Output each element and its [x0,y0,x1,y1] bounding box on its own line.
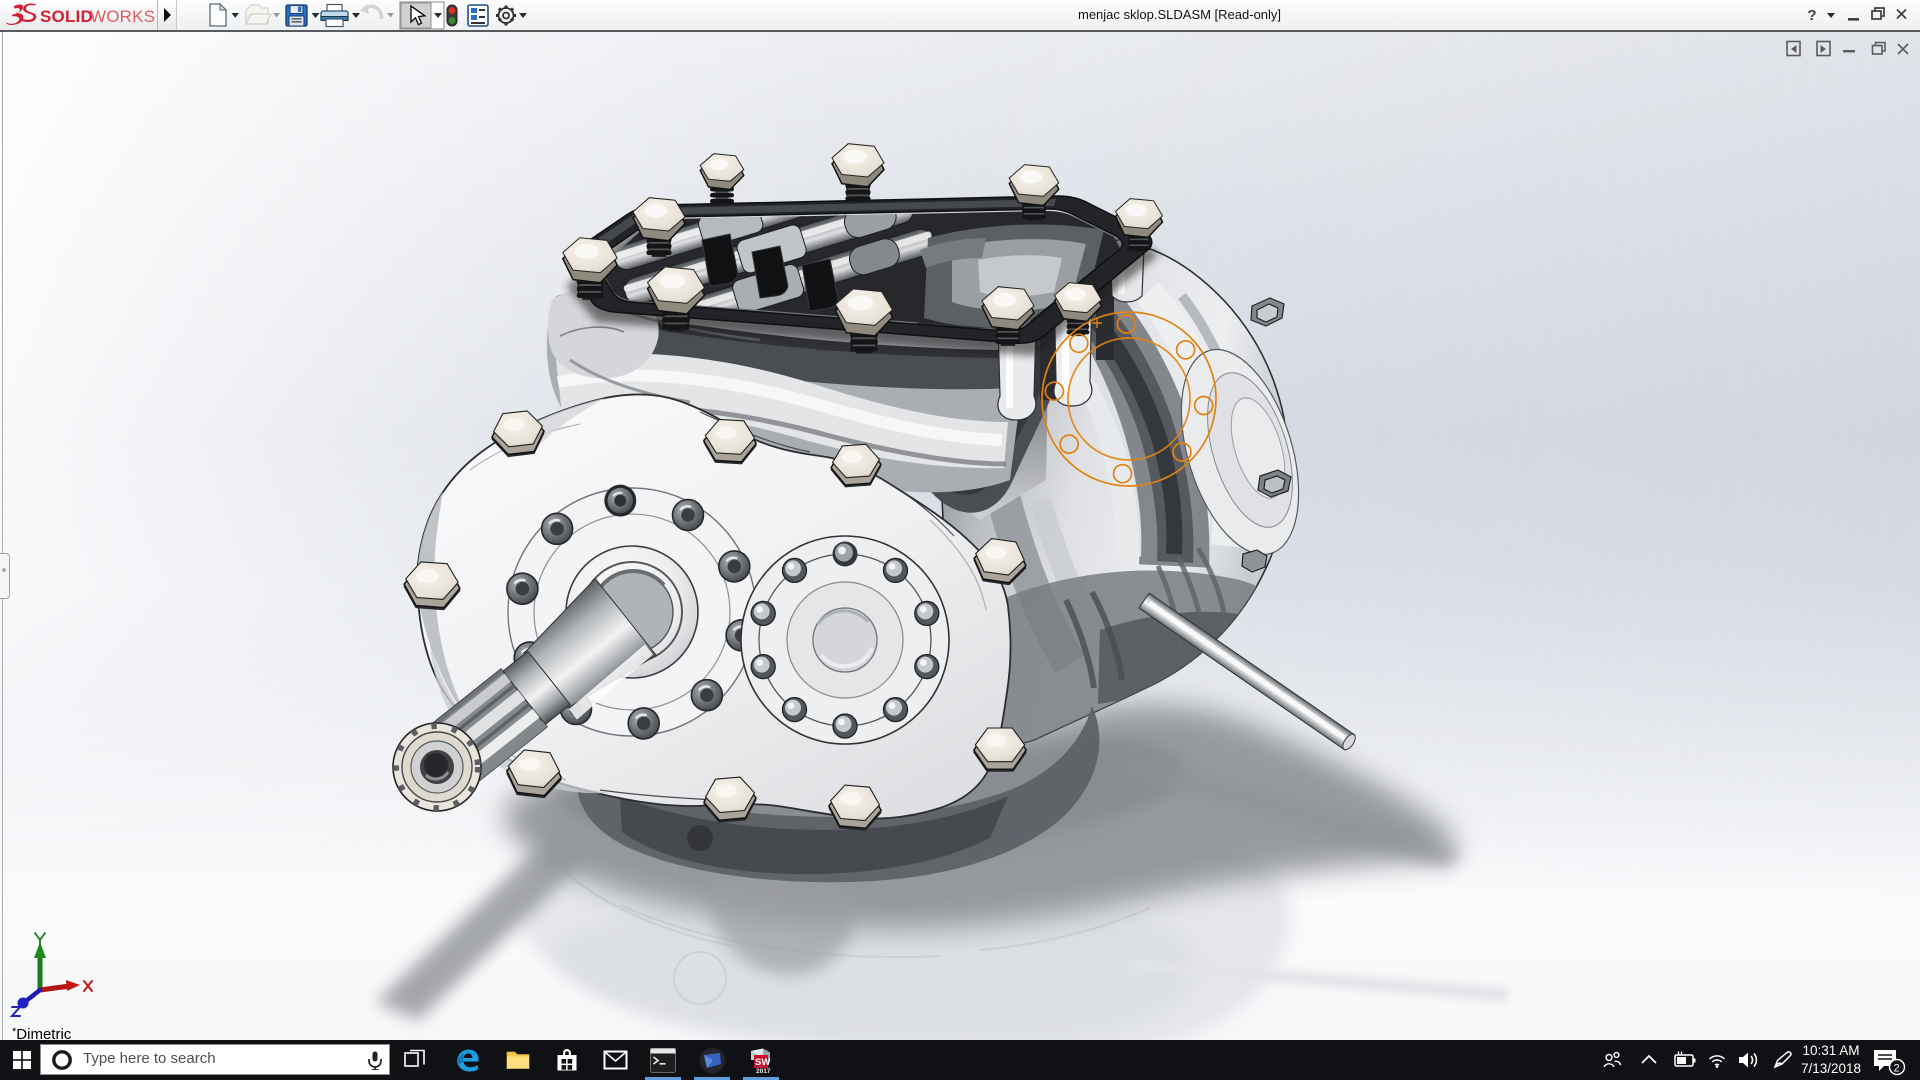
svg-text:SOLID: SOLID [40,7,93,26]
svg-text:2017: 2017 [756,1068,771,1074]
svg-text:SW: SW [755,1057,770,1068]
svg-text:WORKS: WORKS [90,7,155,26]
svg-text:2: 2 [1894,1063,1900,1075]
